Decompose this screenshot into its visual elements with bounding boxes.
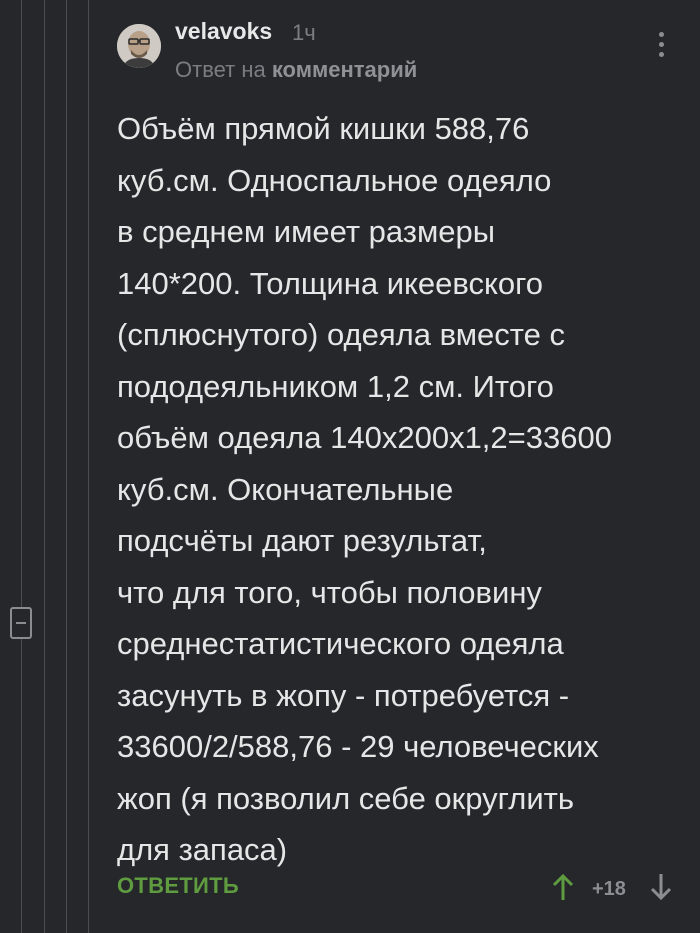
reply-context: Ответ на комментарий bbox=[175, 57, 417, 83]
reply-target-link[interactable]: комментарий bbox=[272, 57, 417, 82]
thread-line bbox=[44, 0, 45, 933]
thread-line bbox=[21, 0, 22, 933]
comment-author[interactable]: velavoks bbox=[175, 18, 272, 45]
reply-button[interactable]: ОТВЕТИТЬ bbox=[117, 873, 239, 899]
comment-time: 1ч bbox=[292, 20, 316, 45]
reply-prefix: Ответ на bbox=[175, 57, 272, 82]
avatar[interactable] bbox=[117, 24, 161, 68]
arrow-down-icon[interactable] bbox=[648, 872, 674, 902]
collapse-thread-button[interactable] bbox=[10, 607, 32, 639]
thread-line bbox=[88, 0, 89, 933]
thread-line bbox=[66, 0, 67, 933]
comment-text: Объём прямой кишки 588,76 куб.см. Односп… bbox=[117, 111, 612, 867]
rating-count: +18 bbox=[592, 878, 626, 900]
more-vertical-icon[interactable] bbox=[655, 32, 667, 62]
avatar-portrait bbox=[117, 24, 161, 68]
arrow-up-icon[interactable] bbox=[550, 872, 576, 902]
